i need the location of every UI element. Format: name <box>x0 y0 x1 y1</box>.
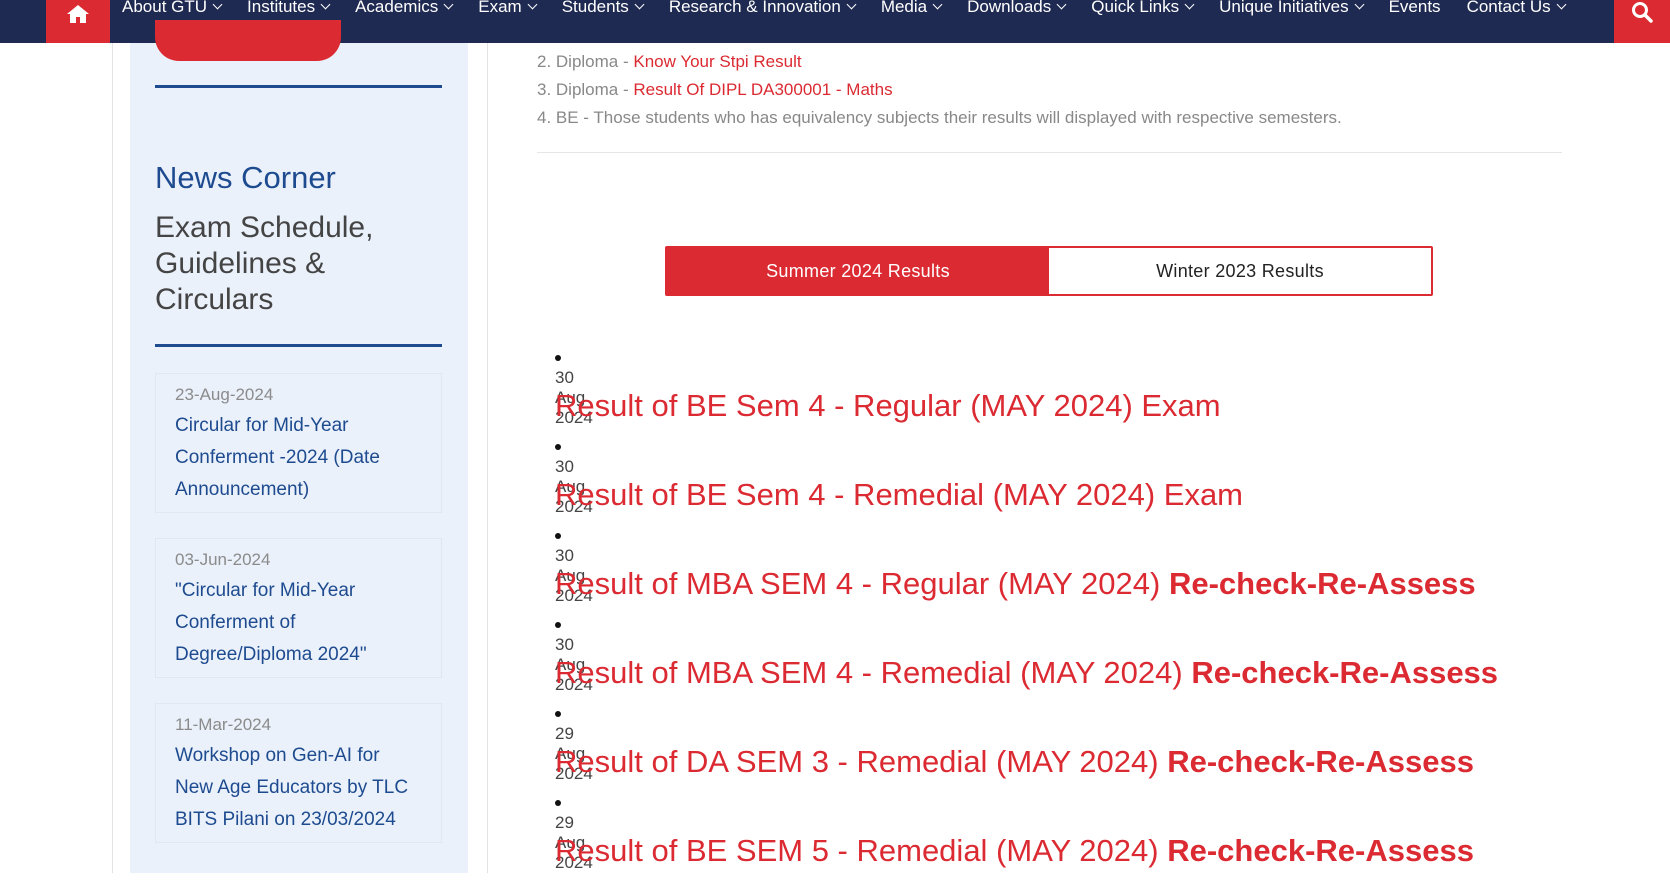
news-corner-title: News Corner <box>155 160 336 195</box>
note-text: 2. Diploma - <box>537 52 634 71</box>
nav-institutes[interactable]: Institutes <box>247 0 331 17</box>
result-link[interactable]: Result of BE Sem 4 - Remedial (MAY 2024)… <box>555 477 1243 513</box>
note-text: 3. Diploma - <box>537 80 634 99</box>
sidebar-divider <box>155 85 442 88</box>
bullet <box>555 355 561 361</box>
news-date: 03-Jun-2024 <box>175 550 271 569</box>
nav-menu: About GTU Institutes Academics Exam Stud… <box>122 0 1591 43</box>
recheck-link[interactable]: Re-check-Re-Assess <box>1167 744 1474 779</box>
recheck-link[interactable]: Re-check-Re-Assess <box>1169 566 1476 601</box>
chevron-down-icon <box>634 0 645 9</box>
chevron-down-icon <box>1354 0 1365 9</box>
nav-research-innovation[interactable]: Research & Innovation <box>668 0 857 17</box>
nav-quick-links[interactable]: Quick Links <box>1091 0 1195 17</box>
nav-label: Research & Innovation <box>668 0 841 16</box>
sidebar-red-button[interactable] <box>155 20 341 61</box>
bullet <box>555 533 561 539</box>
recheck-link[interactable]: Re-check-Re-Assess <box>1191 655 1498 690</box>
nav-label: About GTU <box>122 0 208 16</box>
tab-winter-2023[interactable]: Winter 2023 Results <box>1049 248 1431 294</box>
news-corner-subtitle: Exam Schedule, Guidelines & Circulars <box>155 211 374 316</box>
nav-events[interactable]: Events <box>1389 0 1441 17</box>
news-link[interactable]: Workshop on Gen-AI for New Age Educators… <box>175 740 422 836</box>
result-title: Result of DA SEM 3 - Remedial (MAY 2024) <box>555 744 1168 779</box>
tab-summer-2024[interactable]: Summer 2024 Results <box>667 248 1049 294</box>
nav-label: Students <box>561 0 629 16</box>
result-link[interactable]: Result of BE Sem 4 - Regular (MAY 2024) … <box>555 388 1221 424</box>
bullet <box>555 711 561 717</box>
note-line: 2. Diploma - Know Your Stpi Result <box>537 48 1342 76</box>
nav-exam[interactable]: Exam <box>478 0 538 17</box>
recheck-link[interactable]: Re-check-Re-Assess <box>1167 833 1474 868</box>
home-button[interactable] <box>46 0 110 43</box>
nav-media[interactable]: Media <box>880 0 943 17</box>
result-link[interactable]: Result of BE SEM 5 - Remedial (MAY 2024)… <box>555 833 1474 869</box>
chevron-down-icon <box>320 0 331 9</box>
nav-label: Institutes <box>247 0 316 16</box>
nav-unique-initiatives[interactable]: Unique Initiatives <box>1219 0 1365 17</box>
chevron-down-icon <box>443 0 454 9</box>
result-link[interactable]: Result of MBA SEM 4 - Remedial (MAY 2024… <box>555 655 1498 691</box>
column-divider <box>487 43 488 873</box>
nav-label: Quick Links <box>1091 0 1180 16</box>
news-link[interactable]: "Circular for Mid-Year Conferment of Deg… <box>175 575 422 671</box>
results-tabs: Summer 2024 Results Winter 2023 Results <box>665 246 1433 296</box>
search-icon <box>1632 1 1653 23</box>
result-title: Result of BE Sem 4 - Regular (MAY 2024) … <box>555 388 1221 423</box>
result-title: Result of BE SEM 5 - Remedial (MAY 2024) <box>555 833 1168 868</box>
sidebar-divider <box>155 344 442 347</box>
result-notes: 2. Diploma - Know Your Stpi Result 3. Di… <box>537 48 1342 132</box>
note-line: 4. BE - Those students who has equivalen… <box>537 104 1342 132</box>
nav-label: Downloads <box>967 0 1052 16</box>
bullet <box>555 444 561 450</box>
news-date: 11-Mar-2024 <box>175 715 272 734</box>
news-card: 03-Jun-2024 "Circular for Mid-Year Confe… <box>155 538 442 678</box>
bullet <box>555 800 561 806</box>
nav-label: Media <box>880 0 928 16</box>
content-divider <box>537 152 1562 153</box>
nav-label: Events <box>1388 0 1441 16</box>
chevron-down-icon <box>527 0 538 9</box>
note-line: 3. Diploma - Result Of DIPL DA300001 - M… <box>537 76 1342 104</box>
home-icon <box>67 4 89 23</box>
bullet <box>555 622 561 628</box>
chevron-down-icon <box>212 0 223 9</box>
nav-label: Unique Initiatives <box>1219 0 1349 16</box>
chevron-down-icon <box>932 0 943 9</box>
news-card: 11-Mar-2024 Workshop on Gen-AI for New A… <box>155 703 442 843</box>
nav-academics[interactable]: Academics <box>355 0 454 17</box>
nav-label: Academics <box>355 0 439 16</box>
chevron-down-icon <box>846 0 857 9</box>
column-divider <box>112 43 113 873</box>
result-link[interactable]: Result of MBA SEM 4 - Regular (MAY 2024)… <box>555 566 1476 602</box>
note-text: 4. BE - Those students who has equivalen… <box>537 108 1342 127</box>
nav-contact-us[interactable]: Contact Us <box>1466 0 1567 17</box>
result-link[interactable]: Result of DA SEM 3 - Remedial (MAY 2024)… <box>555 744 1474 780</box>
search-button[interactable] <box>1614 0 1670 43</box>
news-card: 23-Aug-2024 Circular for Mid-Year Confer… <box>155 373 442 513</box>
news-link[interactable]: Circular for Mid-Year Conferment -2024 (… <box>175 410 422 506</box>
note-link[interactable]: Know Your Stpi Result <box>633 52 801 71</box>
nav-students[interactable]: Students <box>561 0 645 17</box>
chevron-down-icon <box>1056 0 1067 9</box>
nav-label: Contact Us <box>1466 0 1551 16</box>
result-title: Result of BE Sem 4 - Remedial (MAY 2024)… <box>555 477 1244 512</box>
chevron-down-icon <box>1184 0 1195 9</box>
news-date: 23-Aug-2024 <box>175 385 274 404</box>
nav-label: Exam <box>478 0 522 16</box>
nav-downloads[interactable]: Downloads <box>967 0 1067 17</box>
result-title: Result of MBA SEM 4 - Remedial (MAY 2024… <box>555 655 1192 690</box>
nav-about-gtu[interactable]: About GTU <box>122 0 223 17</box>
result-title: Result of MBA SEM 4 - Regular (MAY 2024) <box>555 566 1169 601</box>
note-link[interactable]: Result Of DIPL DA300001 - Maths <box>633 80 892 99</box>
chevron-down-icon <box>1556 0 1567 9</box>
